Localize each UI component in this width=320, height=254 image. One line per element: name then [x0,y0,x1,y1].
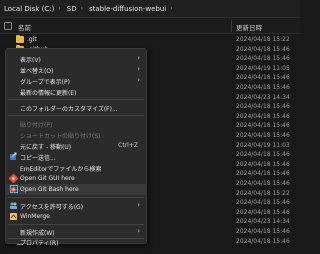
breadcrumb-item-local-disk[interactable]: Local Disk (C:) [0,5,56,13]
menu-item-new[interactable]: 新規作成(W) › [6,226,146,237]
breadcrumb-item-sd[interactable]: SD [63,5,79,13]
menu-item-properties[interactable]: プロパティ(R) [6,238,146,249]
column-name-header[interactable]: 名前 [18,22,31,32]
file-date: 2024/04/18 15:46 [236,74,290,82]
menu-item-shortcut: Ctrl+Z [118,142,138,149]
menu-item-label: 最新の情報に更新(E) [20,90,77,97]
file-date: 2024/04/18 15:46 [236,199,290,207]
file-date: 2024/04/18 15:22 [236,36,290,43]
share-icon [9,152,18,161]
chevron-right-icon: › [137,227,140,235]
file-date: 2024/04/18 15:46 [236,160,290,168]
folder-icon [16,35,24,43]
file-date: 2024/04/18 15:46 [236,180,290,187]
file-date: 2024/04/18 15:46 [236,208,290,216]
menu-item-label: Open Git Bash here [20,186,79,193]
chevron-right-icon: › [137,65,140,73]
file-date: 2024/04/23 14:34 [236,93,290,101]
file-date: 2024/04/23 14:34 [236,218,290,226]
menu-item-git-gui[interactable]: Open Git GUI here [6,173,146,184]
menu-divider [8,224,144,225]
menu-item-label: アクセスを許可する(G) [20,204,84,211]
file-date: 2024/04/18 15:46 [236,170,290,178]
file-date: 2024/04/18 15:46 [236,103,290,111]
file-date: 2024/04/18 15:46 [236,132,290,139]
menu-item-sort[interactable]: 並べ替え(O) › [6,64,146,75]
git-gui-icon [8,173,19,184]
chevron-right-icon[interactable]: › [168,5,174,12]
column-header: 名前 更新日時 [0,18,300,34]
file-date: 2024/04/19 11:05 [236,64,290,72]
file-date: 2024/04/18 15:46 [236,237,290,245]
menu-divider [8,99,144,100]
file-date: 2024/04/18 15:46 [236,122,290,130]
menu-item-label: 元に戻す - 移動(U) [20,144,72,151]
file-date: 2024/04/18 15:22 [236,189,290,197]
menu-item-label: コピー送信... [20,155,56,162]
menu-item-label: プロパティ(R) [20,240,59,247]
context-menu: 表示(V) › 並べ替え(O) › グループで表示(P) › 最新の情報に更新(… [5,48,147,244]
menu-item-copy-to[interactable]: コピー送信... [6,151,146,162]
menu-item-customize[interactable]: このフォルダーのカスタマイズ(F)... [6,102,146,113]
menu-item-label: Open Git GUI here [20,175,75,182]
menu-item-label: 新規作成(W) [20,230,55,237]
menu-item-view[interactable]: 表示(V) › [6,53,146,64]
menu-item-emeditor[interactable]: EmEditorでファイルから検索 [6,162,146,173]
menu-item-label: このフォルダーのカスタマイズ(F)... [20,106,118,113]
chevron-right-icon: › [137,201,140,209]
menu-divider [8,115,144,116]
menu-item-give-access[interactable]: アクセスを許可する(G) › [6,200,146,211]
chevron-right-icon: › [137,76,140,84]
menu-item-label: EmEditorでファイルから検索 [20,166,102,173]
people-icon [9,201,18,210]
file-date: 2024/04/18 15:46 [236,45,290,53]
menu-item-undo[interactable]: 元に戻す - 移動(U) Ctrl+Z [6,140,146,151]
file-name: .git [27,36,37,43]
git-bash-icon [9,185,18,194]
chevron-right-icon: › [137,54,140,62]
column-divider[interactable] [231,20,232,32]
menu-item-label: 表示(V) [20,57,41,64]
menu-divider [8,197,144,198]
file-date: 2024/04/18 15:46 [236,55,290,63]
file-date: 2024/04/18 15:46 [236,84,290,91]
menu-item-paste-shortcut[interactable]: ショートカットの貼り付け(S) [6,129,146,140]
menu-item-label: WinMerge [20,213,50,220]
column-date-header[interactable]: 更新日時 [236,22,262,32]
menu-item-git-bash[interactable]: Open Git Bash here [6,184,146,195]
file-date: 2024/04/18 15:46 [236,112,290,120]
menu-item-refresh[interactable]: 最新の情報に更新(E) [6,86,146,97]
breadcrumb-item-stable-diffusion-webui[interactable]: stable-diffusion-webui [85,5,168,13]
select-all-checkbox[interactable] [4,22,12,30]
menu-item-label: グループで表示(P) [20,79,70,86]
file-date: 2024/04/18 15:46 [236,228,290,235]
breadcrumb: Local Disk (C:) › SD › stable-diffusion-… [0,0,300,18]
menu-item-paste[interactable]: 貼り付け(P) [6,118,146,129]
menu-item-winmerge[interactable]: WinMerge [6,211,146,222]
menu-item-group[interactable]: グループで表示(P) › [6,75,146,86]
winmerge-icon [9,212,18,221]
menu-item-label: ショートカットの貼り付け(S) [20,133,101,140]
file-date: 2024/04/19 11:03 [236,141,290,149]
file-date: 2024/04/18 15:46 [236,151,290,159]
menu-item-label: 並べ替え(O) [20,68,54,75]
menu-item-label: 貼り付け(P) [20,122,53,129]
